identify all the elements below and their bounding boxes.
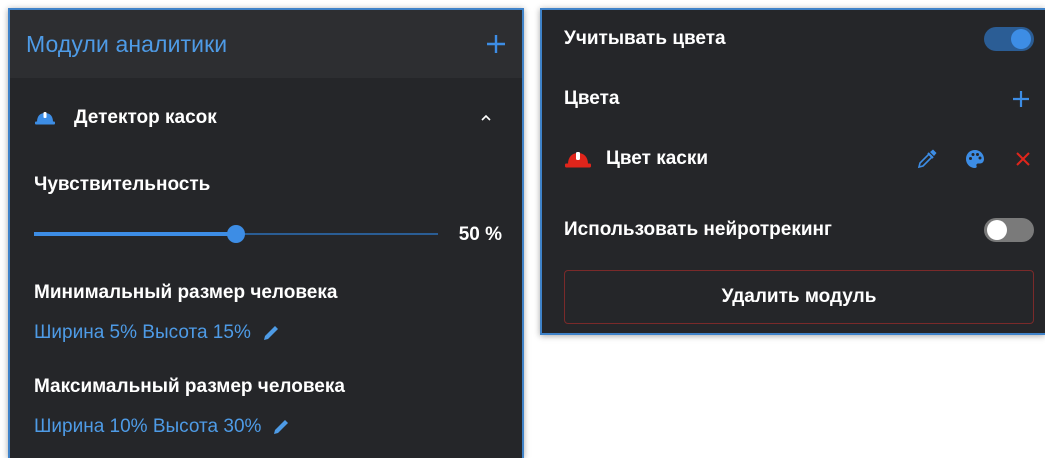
plus-icon bbox=[1013, 91, 1029, 107]
add-module-button[interactable] bbox=[484, 32, 508, 56]
color-item-actions bbox=[890, 148, 1034, 170]
use-colors-label: Учитывать цвета bbox=[564, 28, 726, 49]
toggle-knob bbox=[987, 220, 1007, 240]
min-size-value: Ширина 5% Высота 15% bbox=[34, 322, 251, 343]
max-size-value: Ширина 10% Высота 30% bbox=[34, 416, 262, 437]
eyedropper-button[interactable] bbox=[916, 148, 938, 170]
pencil-icon bbox=[263, 326, 278, 340]
toggle-knob bbox=[1011, 29, 1031, 49]
min-size-value-link[interactable]: Ширина 5% Высота 15% bbox=[34, 322, 281, 344]
color-item-row: Цвет каски bbox=[564, 142, 1034, 176]
module-helmet-detector[interactable]: Детектор касок bbox=[10, 98, 522, 138]
module-label: Детектор касок bbox=[74, 107, 217, 128]
color-item-label: Цвет каски bbox=[606, 148, 709, 169]
module-settings-panel: Учитывать цвета Цвета Цвет каски Использ… bbox=[540, 8, 1045, 335]
panel-title: Модули аналитики bbox=[26, 30, 228, 57]
use-colors-row: Учитывать цвета bbox=[564, 22, 1034, 56]
sensitivity-slider[interactable] bbox=[34, 224, 438, 244]
panel-header: Модули аналитики bbox=[10, 10, 522, 78]
plus-icon bbox=[487, 35, 505, 53]
colors-label: Цвета bbox=[564, 88, 620, 109]
use-colors-toggle[interactable] bbox=[984, 27, 1034, 51]
eyedropper-icon bbox=[917, 149, 937, 169]
remove-color-button[interactable] bbox=[1012, 148, 1034, 170]
helmet-icon bbox=[35, 112, 55, 125]
slider-thumb[interactable] bbox=[227, 225, 245, 243]
pencil-icon bbox=[274, 420, 289, 434]
max-size-label: Максимальный размер человека bbox=[34, 376, 345, 397]
helmet-icon bbox=[565, 152, 591, 168]
sensitivity-label: Чувствительность bbox=[34, 174, 211, 195]
delete-module-button[interactable]: Удалить модуль bbox=[564, 270, 1034, 324]
neurotracking-toggle[interactable] bbox=[984, 218, 1034, 242]
analytics-modules-panel: Модули аналитики Детектор касок Чувствит… bbox=[8, 8, 524, 458]
close-icon bbox=[1016, 152, 1030, 166]
add-color-button[interactable] bbox=[1010, 88, 1032, 110]
colors-row: Цвета bbox=[564, 82, 1034, 116]
neurotracking-label: Использовать нейротрекинг bbox=[564, 219, 832, 240]
sensitivity-value: 50 % bbox=[458, 224, 502, 245]
slider-fill bbox=[34, 232, 236, 236]
neurotracking-row: Использовать нейротрекинг bbox=[564, 213, 1034, 247]
palette-button[interactable] bbox=[964, 148, 986, 170]
min-size-label: Минимальный размер человека bbox=[34, 282, 338, 303]
palette-icon bbox=[966, 150, 984, 168]
chevron-up-icon[interactable] bbox=[478, 110, 494, 126]
max-size-value-link[interactable]: Ширина 10% Высота 30% bbox=[34, 416, 291, 438]
